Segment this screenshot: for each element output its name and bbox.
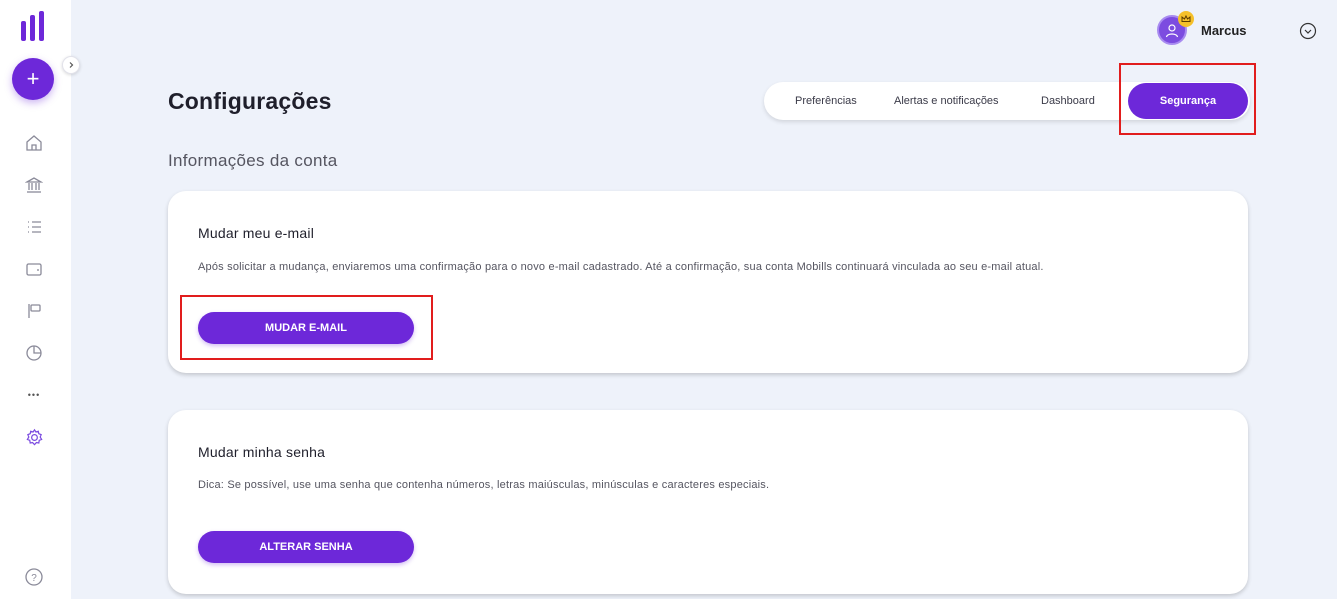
sidebar-collapse-button[interactable]	[62, 56, 80, 74]
tab-alertas-notificacoes[interactable]: Alertas e notificações	[894, 82, 999, 120]
user-icon	[1165, 24, 1179, 38]
pie-chart-icon[interactable]	[24, 343, 44, 363]
change-password-button[interactable]: ALTERAR SENHA	[198, 531, 414, 563]
avatar[interactable]	[1157, 11, 1194, 45]
page-title: Configurações	[168, 88, 332, 114]
highlight-box-change-email	[180, 295, 433, 360]
help-icon[interactable]: ?	[24, 567, 44, 587]
username: Marcus	[1201, 22, 1247, 38]
add-transaction-button[interactable]: +	[12, 58, 54, 100]
card-title: Mudar meu e-mail	[198, 225, 315, 241]
chevron-down-icon	[1299, 22, 1317, 40]
bank-icon[interactable]	[24, 175, 44, 195]
card-title: Mudar minha senha	[198, 444, 326, 460]
more-icon[interactable]: •••	[24, 385, 44, 405]
tab-dashboard[interactable]: Dashboard	[1041, 82, 1095, 120]
wallet-icon[interactable]	[24, 259, 44, 279]
chevron-right-icon	[69, 62, 74, 68]
section-heading: Informações da conta	[168, 151, 338, 170]
flag-icon[interactable]	[24, 301, 44, 321]
premium-crown-icon	[1178, 11, 1194, 27]
user-dropdown-button[interactable]	[1299, 22, 1317, 40]
user-menu[interactable]: Marcus	[1157, 11, 1247, 45]
card-description: Após solicitar a mudança, enviaremos uma…	[198, 261, 1044, 273]
gear-icon[interactable]	[24, 427, 44, 447]
card-description: Dica: Se possível, use uma senha que con…	[198, 479, 770, 491]
change-password-card: Mudar minha senha Dica: Se possível, use…	[168, 410, 1248, 594]
mobills-logo[interactable]	[21, 11, 44, 41]
home-icon[interactable]	[24, 133, 44, 153]
sidebar: + ••• ?	[0, 0, 71, 599]
list-icon[interactable]	[24, 217, 44, 237]
svg-text:?: ?	[31, 573, 37, 584]
tab-preferencias[interactable]: Preferências	[795, 82, 857, 120]
highlight-box-seguranca-tab	[1119, 63, 1256, 135]
